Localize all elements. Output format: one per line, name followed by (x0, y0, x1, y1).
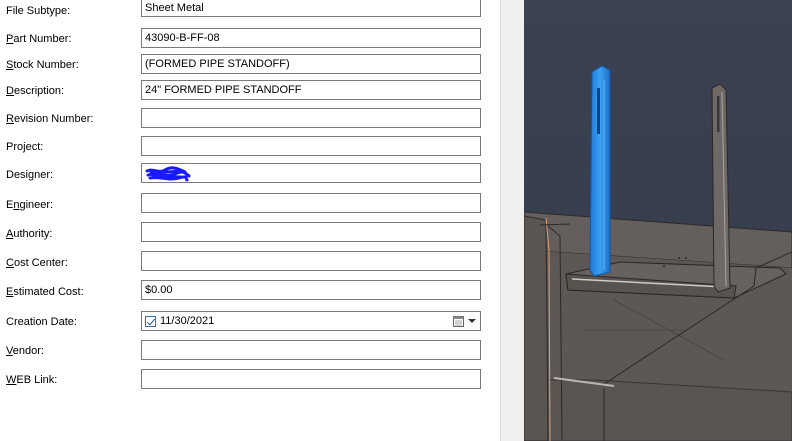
row-web-link: WEB Link: (0, 369, 500, 389)
engineer-field[interactable] (141, 193, 481, 213)
revision-number-field[interactable] (141, 108, 481, 128)
properties-form: File Subtype: Sheet Metal Part Number: 4… (0, 0, 500, 441)
row-designer: Designer: (0, 163, 500, 183)
designer-field[interactable] (141, 163, 481, 183)
row-creation-date: Creation Date: 11/30/2021 (0, 311, 500, 331)
label-web-link: WEB Link: (6, 374, 58, 386)
row-stock-number: Stock Number: (FORMED PIPE STANDOFF) (0, 54, 500, 74)
row-engineer: Engineer: (0, 193, 500, 213)
stock-number-value: (FORMED PIPE STANDOFF) (145, 58, 290, 70)
label-engineer: Engineer: (6, 199, 54, 211)
row-description: Description: 24" FORMED PIPE STANDOFF (0, 80, 500, 100)
left-block (524, 215, 549, 441)
dropdown-arrow-icon[interactable] (468, 319, 476, 323)
label-part-number: Part Number: (6, 33, 72, 45)
base-lower-face (524, 379, 792, 441)
row-file-subtype: File Subtype: Sheet Metal (0, 0, 500, 20)
label-revision-number: Revision Number: (6, 113, 94, 125)
label-authority: Authority: (6, 228, 53, 240)
authority-field[interactable] (141, 222, 481, 242)
calendar-icon[interactable] (453, 315, 464, 327)
row-part-number: Part Number: 43090-B-FF-08 (0, 28, 500, 48)
creation-date-value: 11/30/2021 (160, 315, 215, 327)
label-stock-number: Stock Number: (6, 59, 79, 71)
cad-3d-viewport[interactable] (524, 0, 792, 441)
redaction-scribble (145, 166, 191, 182)
estimated-cost-value: $0.00 (145, 284, 173, 296)
label-estimated-cost: Estimated Cost: (6, 286, 84, 298)
label-creation-date: Creation Date: (6, 316, 77, 328)
vendor-field[interactable] (141, 340, 481, 360)
label-designer: Designer: (6, 169, 54, 181)
description-value: 24" FORMED PIPE STANDOFF (145, 84, 302, 96)
label-project: Project: (6, 141, 44, 153)
project-field[interactable] (141, 136, 481, 156)
description-field[interactable]: 24" FORMED PIPE STANDOFF (141, 80, 481, 100)
part-number-field[interactable]: 43090-B-FF-08 (141, 28, 481, 48)
cad-model-render (524, 0, 792, 441)
row-authority: Authority: (0, 222, 500, 242)
row-cost-center: Cost Center: (0, 251, 500, 271)
file-subtype-field[interactable]: Sheet Metal (141, 0, 481, 17)
row-project: Project: (0, 136, 500, 156)
web-link-field[interactable] (141, 369, 481, 389)
checkbox-checked-icon[interactable] (145, 315, 156, 327)
panel-splitter[interactable] (500, 0, 525, 441)
file-subtype-value: Sheet Metal (145, 2, 204, 14)
part-number-value: 43090-B-FF-08 (145, 32, 220, 44)
label-file-subtype: File Subtype: (6, 5, 71, 17)
stock-number-field[interactable]: (FORMED PIPE STANDOFF) (141, 54, 481, 74)
row-vendor: Vendor: (0, 340, 500, 360)
estimated-cost-field[interactable]: $0.00 (141, 280, 481, 300)
label-cost-center: Cost Center: (6, 257, 68, 269)
label-description: Description: (6, 85, 65, 97)
label-vendor: Vendor: (6, 345, 44, 357)
row-estimated-cost: Estimated Cost: $0.00 (0, 280, 500, 300)
cost-center-field[interactable] (141, 251, 481, 271)
row-revision-number: Revision Number: (0, 108, 500, 128)
creation-date-picker[interactable]: 11/30/2021 (141, 311, 481, 331)
